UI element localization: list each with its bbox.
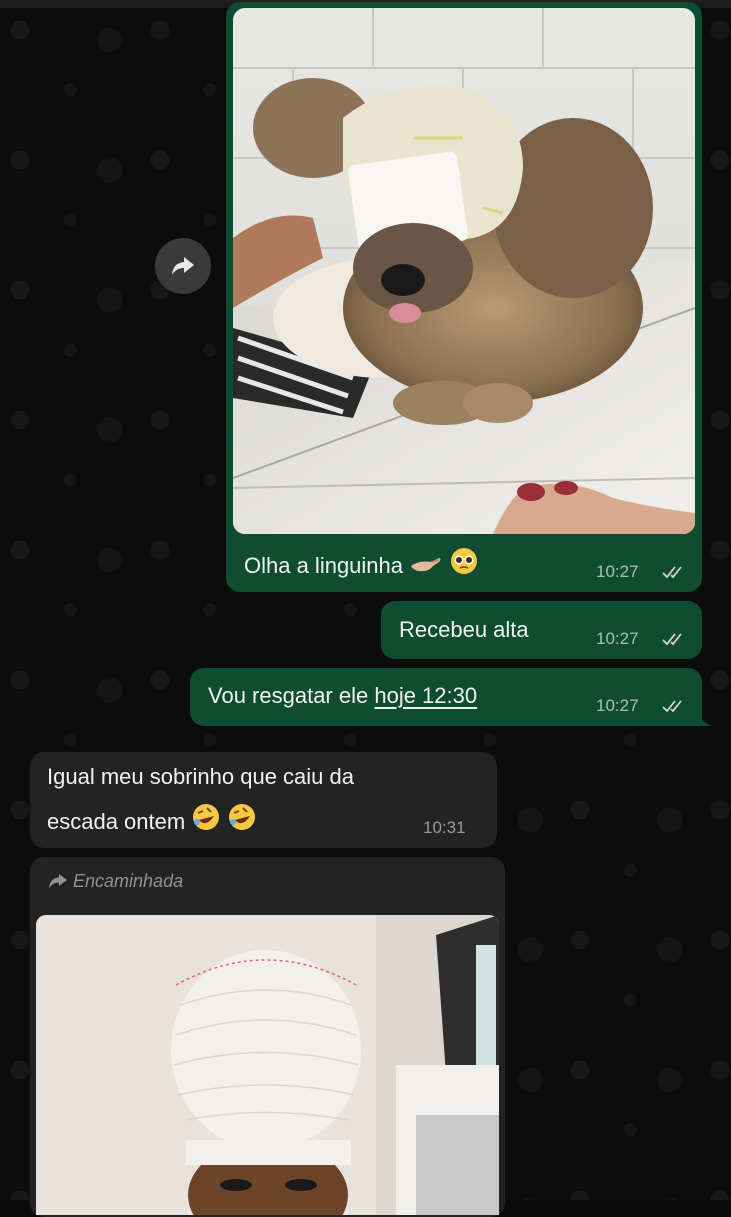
- double-check-icon: [662, 633, 682, 646]
- message-line-2-text: escada ontem: [47, 809, 186, 834]
- double-check-icon: [662, 566, 682, 579]
- message-text: Recebeu alta: [399, 617, 529, 642]
- pinching-hand-emoji: [409, 552, 443, 582]
- bubble-tail: [696, 708, 712, 726]
- outgoing-message-alta[interactable]: Recebeu alta 10:27: [381, 601, 702, 659]
- message-text-plain: Vou resgatar ele: [208, 683, 375, 708]
- child-bandaged-photo[interactable]: [36, 915, 499, 1215]
- message-time: 10:31: [423, 818, 466, 837]
- double-check-icon: [662, 700, 682, 713]
- forwarded-text: Encaminhada: [73, 871, 184, 891]
- message-line-1: Igual meu sobrinho que caiu da: [47, 764, 354, 789]
- incoming-forwarded-photo-message[interactable]: Encaminhada: [30, 857, 505, 1217]
- forwarded-arrow-icon: [49, 874, 67, 888]
- rofl-emoji: [227, 802, 257, 838]
- incoming-message[interactable]: Igual meu sobrinho que caiu da escada on…: [30, 752, 497, 848]
- child-photo-illustration: [36, 915, 499, 1215]
- outgoing-message-resgatar[interactable]: Vou resgatar ele hoje 12:30 10:27: [190, 668, 702, 726]
- caption-text: Olha a linguinha: [244, 553, 404, 578]
- message-text: Vou resgatar ele hoje 12:30: [208, 683, 477, 709]
- rofl-emoji: [191, 802, 221, 838]
- forward-icon: [172, 257, 194, 275]
- photo-message-time: 10:27: [596, 562, 639, 581]
- forward-button[interactable]: [155, 238, 211, 294]
- forwarded-label: Encaminhada: [48, 871, 183, 892]
- pleading-face-emoji: [449, 546, 479, 582]
- outgoing-photo-message[interactable]: Olha a linguinha 10:27: [226, 2, 702, 592]
- message-line-2: escada ontem: [47, 802, 257, 838]
- photo-caption: Olha a linguinha: [244, 546, 479, 582]
- dog-bandaged-photo[interactable]: [233, 8, 695, 534]
- message-time: 10:27: [596, 696, 639, 715]
- message-time: 10:27: [596, 629, 639, 648]
- date-time-link[interactable]: hoje 12:30: [374, 683, 477, 708]
- dog-photo-illustration: [233, 8, 695, 534]
